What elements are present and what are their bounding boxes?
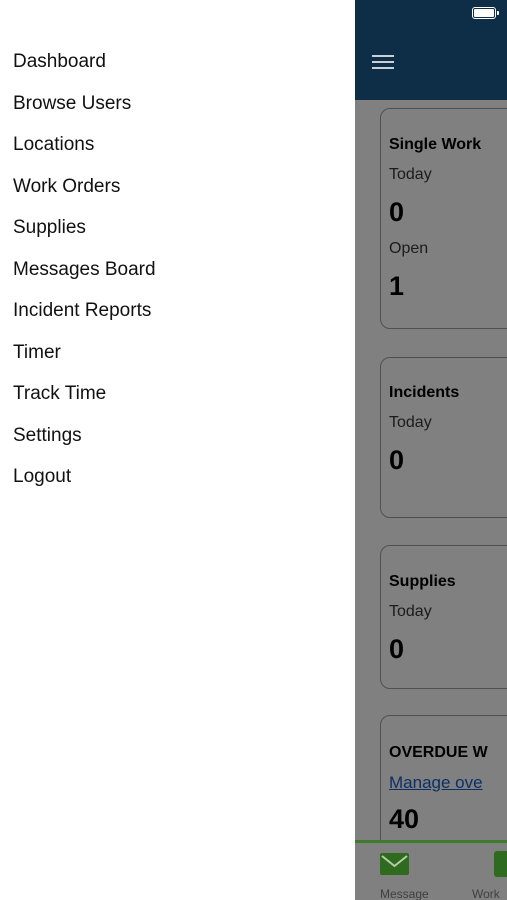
incidents-card[interactable]: [380, 357, 507, 518]
clipboard-icon: [494, 851, 507, 877]
drawer-item-dashboard[interactable]: Dashboard: [13, 50, 106, 74]
single-work-today-value: 0: [389, 197, 405, 227]
drawer-item-incident-reports[interactable]: Incident Reports: [13, 299, 151, 323]
tab-message[interactable]: Message: [370, 843, 440, 900]
drawer-item-timer[interactable]: Timer: [13, 341, 61, 365]
app-header: [355, 0, 507, 100]
single-work-title: Single Work: [389, 136, 482, 153]
incidents-today-label: Today: [389, 414, 432, 431]
single-work-open-value: 1: [389, 271, 405, 301]
supplies-today-value: 0: [389, 634, 405, 664]
overdue-value: 40: [389, 804, 420, 834]
tab-work[interactable]: Work: [472, 843, 507, 900]
incidents-today-value: 0: [389, 445, 405, 475]
incidents-title: Incidents: [389, 384, 460, 401]
supplies-title: Supplies: [389, 573, 456, 590]
drawer-item-browse-users[interactable]: Browse Users: [13, 92, 131, 116]
supplies-today-label: Today: [389, 603, 432, 620]
drawer-item-logout[interactable]: Logout: [13, 465, 71, 489]
drawer-item-work-orders[interactable]: Work Orders: [13, 175, 120, 199]
overdue-title: OVERDUE W: [389, 744, 488, 761]
tab-work-label: Work: [472, 887, 500, 900]
single-work-open-label: Open: [389, 240, 429, 257]
navigation-drawer: Dashboard Browse Users Locations Work Or…: [0, 0, 355, 900]
bottom-tab-bar: Message Work: [355, 840, 507, 900]
battery-icon: [472, 7, 499, 19]
drawer-item-supplies[interactable]: Supplies: [13, 216, 86, 240]
drawer-item-track-time[interactable]: Track Time: [13, 382, 106, 406]
drawer-item-settings[interactable]: Settings: [13, 424, 82, 448]
single-work-today-label: Today: [389, 166, 432, 183]
drawer-item-locations[interactable]: Locations: [13, 133, 94, 157]
drawer-item-messages-board[interactable]: Messages Board: [13, 258, 156, 282]
manage-overdue-link[interactable]: Manage ove: [389, 773, 483, 793]
app-content-overlay[interactable]: Single Work Today 0 Open 1 Incidents Tod…: [355, 0, 507, 900]
envelope-icon: [380, 853, 409, 875]
hamburger-menu-icon[interactable]: [370, 52, 396, 72]
tab-message-label: Message: [380, 887, 429, 900]
